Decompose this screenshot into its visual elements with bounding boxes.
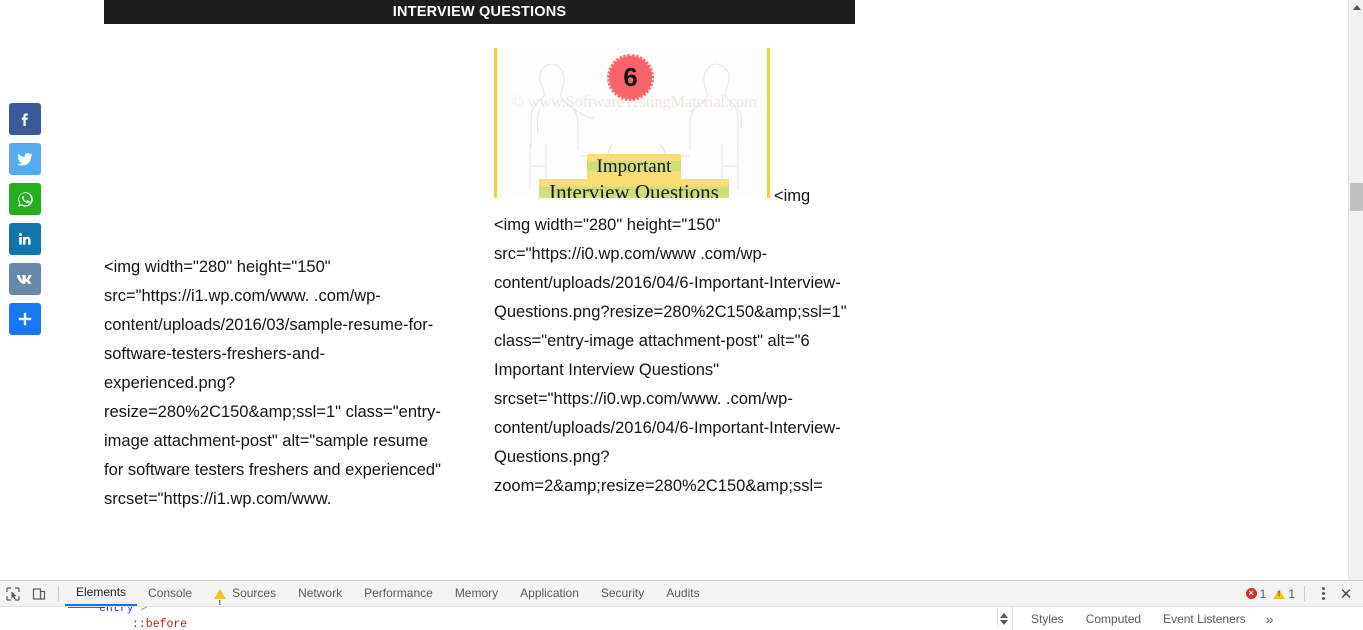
- devtools-tab-network[interactable]: Network: [287, 581, 353, 606]
- devtools-panel: Elements Console Sources Network Perform…: [0, 580, 1363, 630]
- right-image-markup-text: <img <img width="280" height="150" src="…: [494, 182, 849, 501]
- section-banner: INTERVIEW QUESTIONS: [104, 0, 855, 24]
- page-scrollbar[interactable]: [1348, 0, 1363, 580]
- twitter-icon: [17, 153, 33, 166]
- devtools-tab-performance[interactable]: Performance: [353, 581, 444, 606]
- featured-post-image[interactable]: © www.SoftwareTestingMaterial.com 6 Impo…: [494, 48, 774, 198]
- toolbar-divider-right: [1304, 586, 1305, 601]
- styles-sidebar-tabs: Styles Computed Event Listeners »: [1012, 607, 1363, 630]
- linkedin-icon: [19, 233, 31, 245]
- styles-tabs-overflow-button[interactable]: »: [1258, 611, 1282, 627]
- warning-count-badge[interactable]: 1: [1273, 587, 1295, 601]
- close-devtools-button[interactable]: ✕: [1335, 584, 1357, 604]
- share-whatsapp-button[interactable]: [9, 183, 41, 215]
- devtools-tab-audits[interactable]: Audits: [655, 581, 710, 606]
- devtools-body: entry > ::before Styles Computed Event L…: [0, 607, 1363, 630]
- browser-window: INTERVIEW QUESTIONS © www.SoftwareTestin…: [0, 0, 1363, 630]
- share-vk-button[interactable]: [9, 263, 41, 295]
- whatsapp-icon: [17, 191, 33, 207]
- left-markup-content: <img width="280" height="150" src="https…: [104, 258, 441, 508]
- dom-pane-stepper[interactable]: [997, 609, 1010, 628]
- devtools-toolbar-right: × 1 1 ✕: [1245, 581, 1357, 606]
- warning-triangle-icon: [214, 588, 227, 616]
- devtools-tab-elements[interactable]: Elements: [65, 581, 138, 606]
- image-frame-left: [494, 48, 497, 198]
- devtools-tab-console[interactable]: Console: [137, 581, 203, 606]
- devtools-tab-application[interactable]: Application: [509, 581, 590, 606]
- right-markup-content: <img width="280" height="150" src="https…: [494, 216, 847, 495]
- dom-tree-pane[interactable]: entry > ::before: [0, 607, 1012, 630]
- styles-tab-event-listeners[interactable]: Event Listeners: [1153, 612, 1256, 626]
- dom-node-entry[interactable]: entry >: [99, 607, 147, 615]
- image-headline-line1: Important: [525, 154, 743, 180]
- scrollbar-thumb[interactable]: [1350, 183, 1363, 211]
- toggle-device-toolbar-button[interactable]: [26, 581, 52, 606]
- dom-node-before-pseudo[interactable]: ::before: [132, 618, 187, 630]
- toolbar-divider: [58, 586, 59, 601]
- share-linkedin-button[interactable]: [9, 223, 41, 255]
- share-more-button[interactable]: [9, 303, 41, 335]
- devtools-menu-button[interactable]: [1314, 584, 1332, 604]
- share-twitter-button[interactable]: [9, 143, 41, 175]
- image-frame-right: [767, 48, 770, 198]
- devtools-toolbar: Elements Console Sources Network Perform…: [0, 581, 1363, 616]
- devtools-tab-memory[interactable]: Memory: [444, 581, 509, 606]
- scroll-up-arrow-icon[interactable]: [1349, 0, 1363, 14]
- error-count-badge[interactable]: × 1: [1245, 587, 1266, 601]
- inspect-element-button[interactable]: [0, 581, 26, 606]
- section-banner-title: INTERVIEW QUESTIONS: [392, 4, 567, 20]
- vk-icon: [16, 275, 32, 284]
- devtools-tab-security[interactable]: Security: [590, 581, 655, 606]
- social-share-rail: [9, 103, 41, 335]
- warning-icon: [1273, 588, 1286, 599]
- left-image-markup-text: <img width="280" height="150" src="https…: [104, 253, 449, 514]
- error-icon: ×: [1245, 588, 1257, 599]
- page-viewport: INTERVIEW QUESTIONS © www.SoftwareTestin…: [0, 0, 1363, 580]
- devtools-tab-sources[interactable]: Sources: [203, 581, 287, 616]
- inspect-cursor-icon: [6, 586, 20, 601]
- right-markup-first-fragment: <img: [774, 187, 811, 205]
- styles-tab-computed[interactable]: Computed: [1076, 612, 1151, 626]
- share-facebook-button[interactable]: [9, 103, 41, 135]
- dom-node-arrow: >: [140, 607, 148, 615]
- styles-tab-styles[interactable]: Styles: [1021, 612, 1074, 626]
- facebook-icon: [21, 113, 28, 126]
- number-badge: 6: [607, 54, 654, 101]
- plus-icon: [18, 312, 32, 326]
- device-toolbar-icon: [32, 587, 46, 600]
